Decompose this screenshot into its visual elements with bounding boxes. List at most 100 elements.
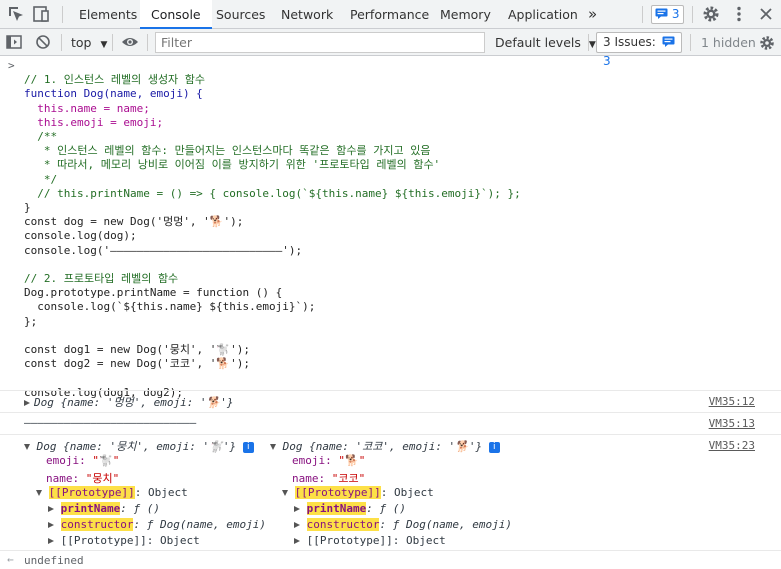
code-line: console.log(dog); bbox=[24, 229, 137, 243]
prototype-row[interactable]: [[Prototype]]: Object bbox=[24, 486, 274, 502]
tab-sources[interactable]: Sources bbox=[216, 0, 265, 29]
prototype-row[interactable]: [[Prototype]]: Object bbox=[270, 486, 530, 502]
property-value: : ƒ () bbox=[120, 502, 160, 515]
tab-application[interactable]: Application bbox=[508, 0, 578, 29]
code-line: console.log(`${this.name} ${this.emoji}`… bbox=[24, 300, 316, 314]
code-line: function Dog(name, emoji) { bbox=[24, 87, 203, 101]
code-line: * 인스턴스 레벨의 함수: 만들어지는 인스턴스마다 똑같은 함수를 가지고 … bbox=[24, 144, 431, 158]
property-row[interactable]: printName: ƒ () bbox=[270, 502, 530, 518]
code-line: * 따라서, 메모리 낭비로 이어짐 이를 방지하기 위한 '프로토타입 레벨의… bbox=[24, 158, 441, 172]
console-result: ← undefined bbox=[0, 550, 781, 569]
expand-triangle-icon[interactable] bbox=[294, 506, 300, 512]
more-options-icon[interactable] bbox=[729, 4, 749, 24]
property-row[interactable]: [[Prototype]]: Object bbox=[270, 534, 530, 550]
context-selector[interactable]: top ▼ bbox=[71, 29, 107, 56]
property-value: "뭉치" bbox=[85, 472, 120, 485]
code-line: this.name = name; bbox=[24, 101, 150, 115]
expand-triangle-icon[interactable] bbox=[294, 538, 300, 544]
code-line: Dog.prototype.printName = function () { bbox=[24, 286, 283, 300]
device-toolbar-icon[interactable] bbox=[31, 4, 51, 24]
object-preview[interactable]: Dog {name: '멍멍', emoji: '🐕'} bbox=[34, 394, 234, 410]
object-preview: Dog {name: '뭉치', emoji: '🐩'} bbox=[36, 440, 237, 453]
sidebar-toggle-icon[interactable] bbox=[5, 33, 23, 51]
object-tree-dog1: Dog {name: '뭉치', emoji: '🐩'} i emoji: "🐩… bbox=[24, 438, 274, 550]
inspect-element-icon[interactable] bbox=[6, 4, 26, 24]
code-line: } bbox=[24, 201, 31, 215]
expand-triangle-icon[interactable] bbox=[294, 522, 300, 528]
property-row[interactable]: [[Prototype]]: Object bbox=[24, 534, 274, 550]
code-line: this.emoji = emoji; bbox=[24, 115, 164, 129]
code-line: // 2. 프로토타입 레벨의 함수 bbox=[24, 272, 179, 286]
console-message: —————————————————————————— VM35:13 bbox=[0, 412, 781, 434]
tab-elements[interactable]: Elements bbox=[79, 0, 137, 29]
info-icon[interactable]: i bbox=[242, 442, 254, 453]
prototype-key: [[Prototype]] bbox=[294, 486, 381, 499]
code-line: const dog1 = new Dog('뭉치', '🐩'); bbox=[24, 343, 250, 357]
property-key: printName bbox=[60, 502, 121, 515]
issues-button[interactable]: 3 Issues: 3 bbox=[596, 32, 682, 68]
source-link[interactable]: VM35:12 bbox=[709, 395, 755, 408]
divider bbox=[690, 34, 691, 51]
log-levels-dropdown[interactable]: Default levels ▼ bbox=[495, 29, 596, 56]
code-line: // 1. 인스턴스 레벨의 생성자 함수 bbox=[24, 73, 206, 87]
property-row[interactable]: constructor: ƒ Dog(name, emoji) bbox=[24, 518, 274, 534]
console-message: Dog {name: '멍멍', emoji: '🐕'} VM35:12 bbox=[0, 390, 781, 412]
object-header[interactable]: Dog {name: '뭉치', emoji: '🐩'} i bbox=[24, 438, 274, 454]
expand-triangle-icon[interactable] bbox=[48, 522, 54, 528]
expand-triangle-icon[interactable] bbox=[24, 396, 30, 409]
object-preview: Dog {name: '코코', emoji: '🐕'} bbox=[282, 440, 483, 453]
code-line: const dog = new Dog('멍멍', '🐕'); bbox=[24, 215, 244, 229]
tab-network[interactable]: Network bbox=[281, 0, 333, 29]
tab-memory[interactable]: Memory bbox=[440, 0, 491, 29]
console-output[interactable]: > // 1. 인스턴스 레벨의 생성자 함수 function Dog(nam… bbox=[0, 56, 781, 569]
property-row[interactable]: constructor: ƒ Dog(name, emoji) bbox=[270, 518, 530, 534]
expand-triangle-icon[interactable] bbox=[282, 490, 288, 496]
prototype-key: [[Prototype]] bbox=[48, 486, 135, 499]
property-value: "🐩" bbox=[92, 454, 120, 467]
property-row: name: "코코" bbox=[270, 470, 530, 486]
expand-triangle-icon[interactable] bbox=[48, 538, 54, 544]
settings-gear-icon[interactable] bbox=[701, 4, 721, 24]
expand-triangle-icon[interactable] bbox=[48, 506, 54, 512]
object-header[interactable]: Dog {name: '코코', emoji: '🐕'} i bbox=[270, 438, 530, 454]
tab-performance[interactable]: Performance bbox=[350, 0, 429, 29]
prototype-value: : Object bbox=[134, 486, 188, 499]
property-row[interactable]: printName: ƒ () bbox=[24, 502, 274, 518]
console-settings-gear-icon[interactable] bbox=[758, 34, 776, 52]
source-link[interactable]: VM35:23 bbox=[709, 439, 755, 452]
eye-icon[interactable] bbox=[120, 33, 140, 51]
code-line: }; bbox=[24, 314, 38, 328]
property-value: : ƒ () bbox=[366, 502, 406, 515]
property-row: emoji: "🐩" bbox=[24, 454, 274, 470]
divider bbox=[642, 6, 643, 23]
console-input-code[interactable]: // 1. 인스턴스 레벨의 생성자 함수 function Dog(name,… bbox=[24, 59, 521, 400]
property-key: emoji: bbox=[292, 454, 332, 467]
property-value: "코코" bbox=[331, 472, 366, 485]
close-icon[interactable] bbox=[756, 4, 776, 24]
divider bbox=[61, 34, 62, 51]
filter-input[interactable] bbox=[155, 32, 485, 53]
property-key: constructor bbox=[306, 518, 380, 531]
property-key: emoji: bbox=[46, 454, 86, 467]
prototype-value: : Object bbox=[380, 486, 434, 499]
more-tabs-button[interactable]: » bbox=[588, 0, 597, 29]
clear-console-icon[interactable] bbox=[34, 33, 52, 51]
property-row: emoji: "🐕" bbox=[270, 454, 530, 470]
return-arrow-icon: ← bbox=[7, 553, 14, 566]
chevron-down-icon: ▼ bbox=[588, 40, 596, 50]
log-levels-label: Default levels bbox=[495, 35, 581, 50]
chevron-down-icon: ▼ bbox=[100, 40, 108, 50]
property-key: constructor bbox=[60, 518, 134, 531]
devtools-tabbar: Elements Console Sources Network Perform… bbox=[0, 0, 781, 29]
expand-triangle-icon[interactable] bbox=[24, 444, 30, 450]
property-key: [[Prototype]]: Object bbox=[60, 534, 200, 547]
expand-triangle-icon[interactable] bbox=[36, 490, 42, 496]
divider bbox=[588, 34, 589, 51]
object-tree-dog2: Dog {name: '코코', emoji: '🐕'} i emoji: "🐕… bbox=[270, 438, 530, 550]
issues-counter-button[interactable]: 3 bbox=[651, 5, 684, 24]
expand-triangle-icon[interactable] bbox=[270, 444, 276, 450]
source-link[interactable]: VM35:13 bbox=[709, 417, 755, 430]
info-icon[interactable]: i bbox=[488, 442, 500, 453]
tab-console[interactable]: Console bbox=[140, 0, 212, 29]
property-row: name: "뭉치" bbox=[24, 470, 274, 486]
